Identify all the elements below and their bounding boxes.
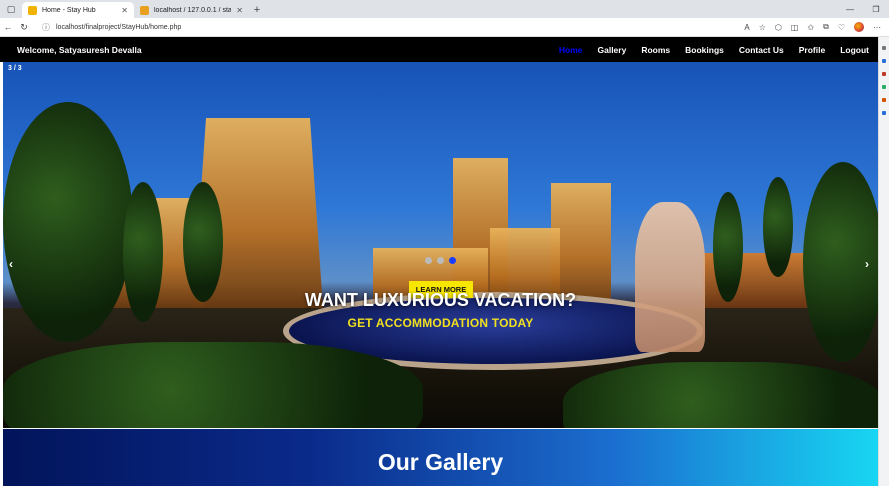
welcome-message: Welcome, Satyasuresh Devalla: [17, 44, 142, 55]
new-tab-icon[interactable]: +: [249, 2, 265, 18]
sidebar-tools-icon[interactable]: [882, 72, 886, 76]
hero-title: WANT LUXURIOUS VACATION?: [304, 290, 577, 310]
phpmyadmin-favicon-icon: [140, 5, 149, 15]
nav-link-gallery[interactable]: Gallery: [598, 45, 627, 55]
site-navbar: Welcome, Satyasuresh Devalla Home Galler…: [0, 37, 878, 62]
nav-link-contact-us[interactable]: Contact Us: [739, 45, 784, 55]
tab-title: localhost / 127.0.0.1 / stayhub / ...: [154, 6, 232, 14]
sidebar-search-icon[interactable]: [882, 46, 886, 50]
split-screen-icon[interactable]: ◫: [791, 23, 799, 32]
read-aloud-icon[interactable]: A: [744, 23, 749, 32]
site-info-icon[interactable]: ⓘ: [42, 22, 50, 33]
hero-subtitle: GET ACCOMMODATION TODAY: [347, 316, 534, 330]
sidebar-office-icon[interactable]: [882, 98, 886, 102]
window-controls: — ❐: [837, 0, 889, 18]
sidebar-shopping-icon[interactable]: [882, 59, 886, 63]
profile-avatar-icon[interactable]: [854, 22, 864, 32]
slide-dot-1[interactable]: [425, 257, 432, 264]
browser-sidebar-strip: [878, 37, 889, 486]
browser-tab-home[interactable]: Home - Stay Hub ✕: [22, 2, 134, 18]
browser-tab-strip: ▢ Home - Stay Hub ✕ localhost / 127.0.0.…: [0, 0, 889, 18]
url-field[interactable]: ⓘ localhost/finalproject/StayHub/home.ph…: [42, 20, 682, 34]
extensions-icon[interactable]: ⬡: [775, 23, 782, 32]
restore-icon[interactable]: ❐: [863, 5, 889, 14]
sidebar-outlook-icon[interactable]: [882, 111, 886, 115]
slide-dot-2[interactable]: [437, 257, 444, 264]
favorite-star-icon[interactable]: ☆: [759, 23, 766, 32]
nav-link-home[interactable]: Home: [559, 45, 583, 55]
nav-link-profile[interactable]: Profile: [799, 45, 825, 55]
close-tab-icon[interactable]: ✕: [121, 6, 128, 15]
slide-dots: [425, 257, 456, 264]
next-slide-arrow-icon[interactable]: ›: [865, 257, 869, 271]
tab-title: Home - Stay Hub: [42, 6, 96, 14]
close-tab-icon[interactable]: ✕: [236, 6, 243, 15]
url-text: localhost/finalproject/StayHub/home.php: [56, 23, 182, 31]
gallery-title: Our Gallery: [377, 449, 504, 475]
browser-tab-phpmyadmin[interactable]: localhost / 127.0.0.1 / stayhub / ... ✕: [134, 2, 249, 18]
back-icon[interactable]: ←: [0, 22, 16, 32]
stayhub-favicon-icon: [28, 5, 37, 15]
slide-counter: 3 / 3: [8, 65, 22, 72]
nav-link-bookings[interactable]: Bookings: [685, 45, 724, 55]
more-menu-icon[interactable]: ⋯: [873, 23, 881, 32]
refresh-icon[interactable]: ↻: [16, 22, 32, 33]
favorites-icon[interactable]: ✩: [807, 23, 814, 32]
prev-slide-arrow-icon[interactable]: ‹: [9, 257, 13, 271]
nav-link-logout[interactable]: Logout: [840, 45, 869, 55]
browser-essentials-icon[interactable]: ♡: [838, 23, 845, 32]
collections-icon[interactable]: ⧉: [823, 22, 829, 32]
sidebar-games-icon[interactable]: [882, 85, 886, 89]
browser-address-bar: ← ↻ ⓘ localhost/finalproject/StayHub/hom…: [0, 18, 889, 37]
main-menu: Home Gallery Rooms Bookings Contact Us P…: [559, 45, 869, 55]
gallery-section: Our Gallery: [3, 429, 878, 486]
minimize-icon[interactable]: —: [837, 5, 863, 14]
slide-dot-3[interactable]: [449, 257, 456, 264]
nav-link-rooms[interactable]: Rooms: [641, 45, 670, 55]
hero-slideshow: 3 / 3 ‹ › LEARN MORE WANT LUXURIOUS VACA…: [3, 62, 878, 428]
browser-toolbar-icons: A ☆ ⬡ ◫ ✩ ⧉ ♡ ⋯: [744, 22, 889, 32]
tab-actions-icon[interactable]: ▢: [0, 0, 22, 18]
